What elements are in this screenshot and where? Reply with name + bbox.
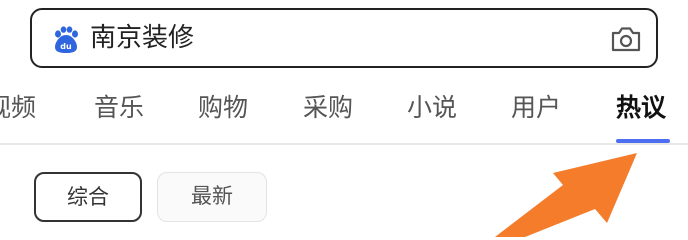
baidu-paw-icon: du <box>55 26 78 53</box>
search-input[interactable] <box>90 19 590 57</box>
tab-users[interactable]: 用户 <box>511 88 561 128</box>
tab-hot-discussion[interactable]: 热议 <box>616 88 666 128</box>
annotation-arrow-icon <box>495 153 637 237</box>
filter-comprehensive-button[interactable]: 综合 <box>34 172 142 222</box>
camera-icon[interactable] <box>610 25 642 53</box>
svg-text:du: du <box>60 42 72 51</box>
tab-procurement[interactable]: 采购 <box>303 88 353 128</box>
tab-shopping[interactable]: 购物 <box>198 88 248 128</box>
search-category-tabs: 视频 音乐 购物 采购 小说 用户 热议 <box>0 76 688 144</box>
search-bar[interactable]: du <box>30 8 658 68</box>
tab-video[interactable]: 视频 <box>0 88 36 128</box>
tab-music[interactable]: 音乐 <box>94 88 144 128</box>
filter-latest-button[interactable]: 最新 <box>157 172 267 222</box>
tab-novel[interactable]: 小说 <box>407 88 457 128</box>
